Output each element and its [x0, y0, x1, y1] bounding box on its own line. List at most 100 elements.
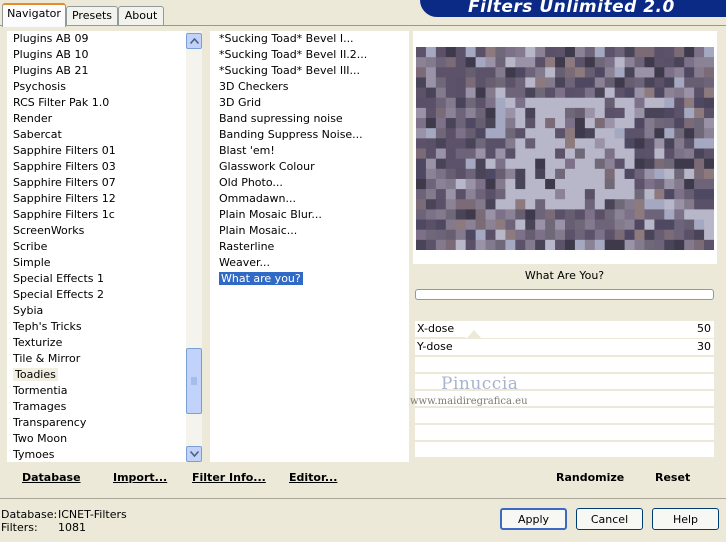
list-item[interactable]: Sapphire Filters 07	[13, 175, 116, 191]
import-button[interactable]: Import...	[113, 471, 167, 484]
list-item[interactable]: 3D Grid	[219, 95, 261, 111]
list-item[interactable]: Two Moon	[13, 431, 67, 447]
list-item[interactable]: Scribe	[13, 239, 47, 255]
list-item-label: Special Effects 1	[13, 272, 105, 285]
list-item[interactable]: Tormentia	[13, 383, 67, 399]
list-item[interactable]: Sapphire Filters 12	[13, 191, 116, 207]
list-item-label: Sapphire Filters 01	[13, 144, 116, 157]
list-item-label: ScreenWorks	[13, 224, 85, 237]
tab-presets[interactable]: Presets	[66, 6, 118, 25]
list-item[interactable]: Weaver...	[219, 255, 270, 271]
list-item-label: Old Photo...	[219, 176, 283, 189]
list-item[interactable]: RCS Filter Pak 1.0	[13, 95, 109, 111]
list-item[interactable]: Special Effects 1	[13, 271, 104, 287]
list-item-label: *Sucking Toad* Bevel II.2...	[219, 48, 368, 61]
randomize-button[interactable]: Randomize	[556, 471, 624, 484]
list-item-label: Glasswork Colour	[219, 160, 315, 173]
list-item[interactable]: Plugins AB 09	[13, 31, 88, 47]
list-item[interactable]: Sapphire Filters 03	[13, 159, 116, 175]
param-row-y[interactable]: Y-dose 30	[415, 339, 714, 355]
list-item[interactable]: Simple	[13, 255, 51, 271]
list-item-label: Plain Mosaic...	[219, 224, 298, 237]
list-item[interactable]: Teph's Tricks	[13, 319, 82, 335]
list-item[interactable]: What are you?	[219, 271, 303, 287]
list-item[interactable]: Sybia	[13, 303, 43, 319]
list-item[interactable]: Banding Suppress Noise...	[219, 127, 363, 143]
list-item[interactable]: Render	[13, 111, 52, 127]
preview-frame	[413, 31, 717, 264]
list-item-label: Scribe	[13, 240, 48, 253]
list-item-label: What are you?	[219, 272, 303, 285]
list-item[interactable]: ScreenWorks	[13, 223, 84, 239]
list-item-label: *Sucking Toad* Bevel I...	[219, 32, 354, 45]
list-item[interactable]: Rasterline	[219, 239, 274, 255]
list-item[interactable]: Old Photo...	[219, 175, 283, 191]
scroll-up-button[interactable]	[186, 33, 202, 49]
list-item-label: Texturize	[13, 336, 63, 349]
list-item[interactable]: Sapphire Filters 1c	[13, 207, 115, 223]
list-item[interactable]: *Sucking Toad* Bevel III...	[219, 63, 360, 79]
list-item[interactable]: Texturize	[13, 335, 62, 351]
list-item-label: Sybia	[13, 304, 44, 317]
list-item[interactable]: Psychosis	[13, 79, 66, 95]
list-item[interactable]: Tile & Mirror	[13, 351, 80, 367]
category-list[interactable]: Plugins AB 09 Plugins AB 10 Plugins AB 21 P…	[7, 31, 202, 462]
list-item-label: Psychosis	[13, 80, 66, 93]
cancel-button[interactable]: Cancel	[576, 508, 643, 530]
slider-marker-icon[interactable]	[467, 330, 481, 338]
scroll-thumb[interactable]	[186, 348, 202, 414]
list-item[interactable]: Toadies	[13, 367, 58, 383]
scroll-down-button[interactable]	[186, 446, 202, 462]
help-button[interactable]: Help	[652, 508, 719, 530]
list-item[interactable]: Blast 'em!	[219, 143, 275, 159]
grip-icon	[191, 377, 197, 385]
list-item-label: Plugins AB 10	[13, 48, 89, 61]
list-item-label: Plugins AB 09	[13, 32, 89, 45]
list-item-label: Transparency	[13, 416, 87, 429]
reset-button[interactable]: Reset	[655, 471, 690, 484]
list-item[interactable]: Plugins AB 10	[13, 47, 88, 63]
list-item-label: Banding Suppress Noise...	[219, 128, 363, 141]
param-value-x: 50	[697, 322, 711, 335]
list-item-label: Ommadawn...	[219, 192, 297, 205]
list-item-label: Simple	[13, 256, 51, 269]
status-divider	[0, 498, 726, 499]
chevron-up-icon	[189, 38, 199, 44]
progress-bar	[415, 289, 714, 300]
editor-button[interactable]: Editor...	[289, 471, 337, 484]
list-item-label: 3D Grid	[219, 96, 262, 109]
list-item-label: *Sucking Toad* Bevel III...	[219, 64, 361, 77]
list-item[interactable]: Transparency	[13, 415, 86, 431]
list-item[interactable]: 3D Checkers	[219, 79, 288, 95]
list-item[interactable]: *Sucking Toad* Bevel II.2...	[219, 47, 367, 63]
list-item[interactable]: Band supressing noise	[219, 111, 343, 127]
preview-image	[416, 47, 714, 250]
list-item[interactable]: Plugins AB 21	[13, 63, 88, 79]
filter-list[interactable]: *Sucking Toad* Bevel I... *Sucking Toad* …	[210, 31, 409, 462]
apply-button[interactable]: Apply	[500, 508, 567, 530]
category-scrollbar[interactable]	[186, 31, 202, 462]
param-label-y: Y-dose	[417, 340, 453, 353]
list-item[interactable]: Plain Mosaic...	[219, 223, 297, 239]
list-item[interactable]: Sapphire Filters 01	[13, 143, 116, 159]
list-item[interactable]: Ommadawn...	[219, 191, 296, 207]
list-item[interactable]: Tymoes	[13, 447, 54, 462]
filter-info-button[interactable]: Filter Info...	[192, 471, 266, 484]
list-item[interactable]: *Sucking Toad* Bevel I...	[219, 31, 354, 47]
list-item-label: Special Effects 2	[13, 288, 105, 301]
database-button[interactable]: Database	[22, 471, 81, 484]
list-item[interactable]: Glasswork Colour	[219, 159, 315, 175]
list-item[interactable]: Plain Mosaic Blur...	[219, 207, 322, 223]
app-title: Filters Unlimited 2.0	[468, 0, 675, 17]
list-item[interactable]: Tramages	[13, 399, 66, 415]
list-item[interactable]: Sabercat	[13, 127, 62, 143]
param-row-x[interactable]: X-dose 50	[415, 321, 714, 338]
list-item-label: Toadies	[13, 368, 58, 381]
list-item-label: Tramages	[13, 400, 67, 413]
list-item-label: Rasterline	[219, 240, 275, 253]
list-item-label: Plugins AB 21	[13, 64, 89, 77]
list-item[interactable]: Special Effects 2	[13, 287, 104, 303]
list-item-label: Sapphire Filters 07	[13, 176, 116, 189]
tab-about[interactable]: About	[118, 6, 164, 25]
tab-navigator[interactable]: Navigator	[2, 3, 66, 27]
